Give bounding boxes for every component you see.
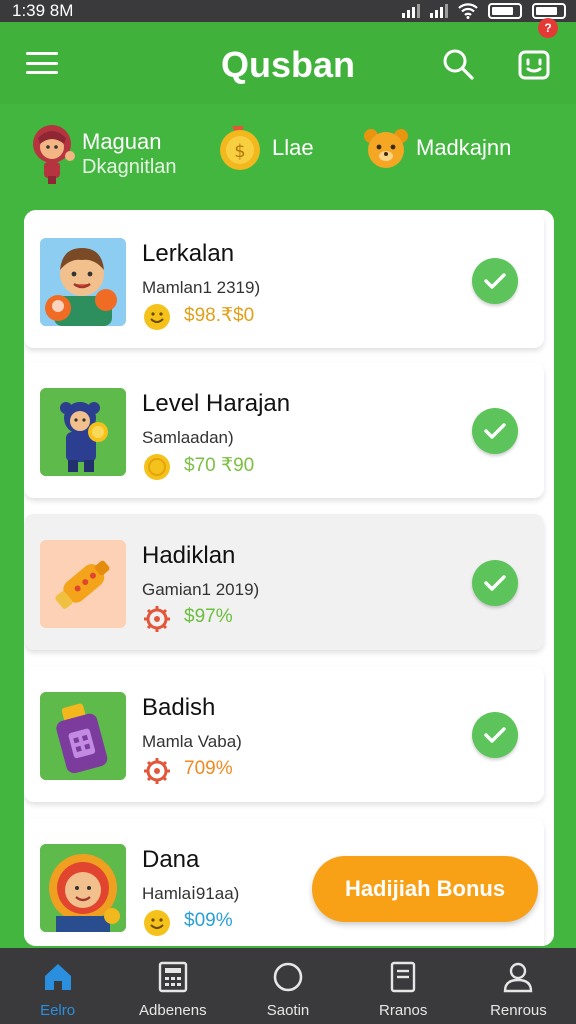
- tab-adbenens[interactable]: Adbenens: [115, 948, 230, 1024]
- app-bar: Qusban: [0, 22, 576, 104]
- check-button[interactable]: [472, 408, 518, 454]
- check-icon: [484, 727, 506, 743]
- category-strip: Maguan Dkagnitlan $ Llae Madkajnn: [0, 104, 576, 194]
- rocket-toy-icon: [40, 540, 126, 628]
- item-subtitle: Mamlan1 2319): [142, 278, 261, 297]
- tab-label: Renrous: [490, 1002, 547, 1019]
- item-title: Lerkalan: [142, 240, 235, 267]
- item-subtitle: Hamlaⅰ91aa): [142, 884, 240, 903]
- medal-icon: $: [220, 126, 260, 170]
- check-icon: [484, 273, 506, 289]
- category-item-1[interactable]: $ Llae: [216, 124, 314, 172]
- item-price: $97%: [184, 606, 233, 627]
- circle-icon: [273, 962, 303, 992]
- battery-icon: [488, 3, 522, 19]
- notifications-button[interactable]: [516, 44, 554, 82]
- signal-icon: [402, 4, 420, 18]
- item-price: $09%: [184, 910, 233, 931]
- gear-icon: [144, 758, 170, 784]
- tab-renrous[interactable]: Renrous: [461, 948, 576, 1024]
- app-title: Qusban: [220, 44, 355, 85]
- bear-icon: [364, 129, 408, 168]
- list-item[interactable]: Level Harajan Samlaadan) $70 ₹90: [24, 362, 544, 498]
- tab-label: Adbenens: [139, 1002, 207, 1019]
- list-item[interactable]: Hadiklan Gamian1 2019) $97%: [24, 514, 544, 650]
- item-title: Hadiklan: [142, 542, 236, 569]
- tab-label: Saotin: [266, 1002, 310, 1019]
- blue-character-icon: [40, 388, 126, 476]
- battery-2-icon: [532, 3, 566, 19]
- item-price: $98.₹$0: [184, 305, 255, 326]
- svg-text:$: $: [234, 141, 245, 162]
- category-item-0[interactable]: Maguan Dkagnitlan: [30, 122, 177, 186]
- item-subtitle: Samlaadan): [142, 428, 234, 447]
- calculator-icon: [158, 961, 187, 993]
- status-bar: 1:39 8M: [0, 0, 576, 22]
- check-icon: [484, 575, 506, 591]
- item-title: Dana: [142, 846, 200, 873]
- bonus-button[interactable]: Hadijiah Bonus: [312, 856, 538, 922]
- person-icon: [504, 962, 533, 993]
- smiley-coin-icon: [144, 910, 170, 936]
- smiley-coin-icon: [144, 304, 170, 330]
- tab-label: Eelro: [40, 1002, 76, 1019]
- item-subtitle: Mamla Vaba): [142, 732, 242, 751]
- category-label: Llae: [272, 135, 314, 160]
- signal-2-icon: [430, 4, 448, 18]
- document-icon: [391, 961, 416, 993]
- gear-icon: [144, 606, 170, 632]
- tab-label: Rranos: [379, 1002, 428, 1019]
- category-item-2[interactable]: Madkajnn: [362, 124, 511, 172]
- menu-button[interactable]: [26, 52, 58, 74]
- wifi-icon: [458, 3, 478, 19]
- status-time: 1:39 8M: [12, 1, 74, 20]
- girl-avatar-icon: [33, 125, 75, 184]
- boy-character-icon: [40, 238, 126, 326]
- tab-home[interactable]: Eelro: [0, 948, 115, 1024]
- item-list: Lerkalan Mamlan1 2319) $98.₹$0 Level Har…: [24, 210, 554, 946]
- menu-icon: [26, 52, 58, 55]
- hooded-character-icon: [40, 844, 126, 932]
- home-icon: [44, 964, 71, 990]
- item-title: Level Harajan: [142, 390, 291, 417]
- category-label: Maguan: [82, 129, 162, 154]
- gold-coin-icon: [144, 454, 170, 480]
- check-button[interactable]: [472, 560, 518, 606]
- potion-bottle-icon: [40, 692, 126, 780]
- item-price: $70 ₹90: [184, 455, 255, 476]
- bottom-tab-bar: Eelro Adbenens Saotin Rranos Renrous: [0, 948, 576, 1024]
- category-label: Madkajnn: [416, 135, 512, 160]
- item-title: Badish: [142, 694, 216, 721]
- tab-saotin[interactable]: Saotin: [230, 948, 345, 1024]
- check-icon: [484, 423, 506, 439]
- category-sublabel: Dkagnitlan: [82, 156, 177, 178]
- list-item[interactable]: Lerkalan Mamlan1 2319) $98.₹$0: [24, 212, 544, 348]
- list-item[interactable]: Badish Mamla Vaba) 709%: [24, 666, 544, 802]
- item-price: 709%: [184, 758, 233, 779]
- search-icon[interactable]: [440, 46, 476, 82]
- check-button[interactable]: [472, 712, 518, 758]
- check-button[interactable]: [472, 258, 518, 304]
- tab-rranos[interactable]: Rranos: [346, 948, 461, 1024]
- notification-badge: ?: [538, 18, 558, 38]
- item-subtitle: Gamian1 2019): [142, 580, 260, 599]
